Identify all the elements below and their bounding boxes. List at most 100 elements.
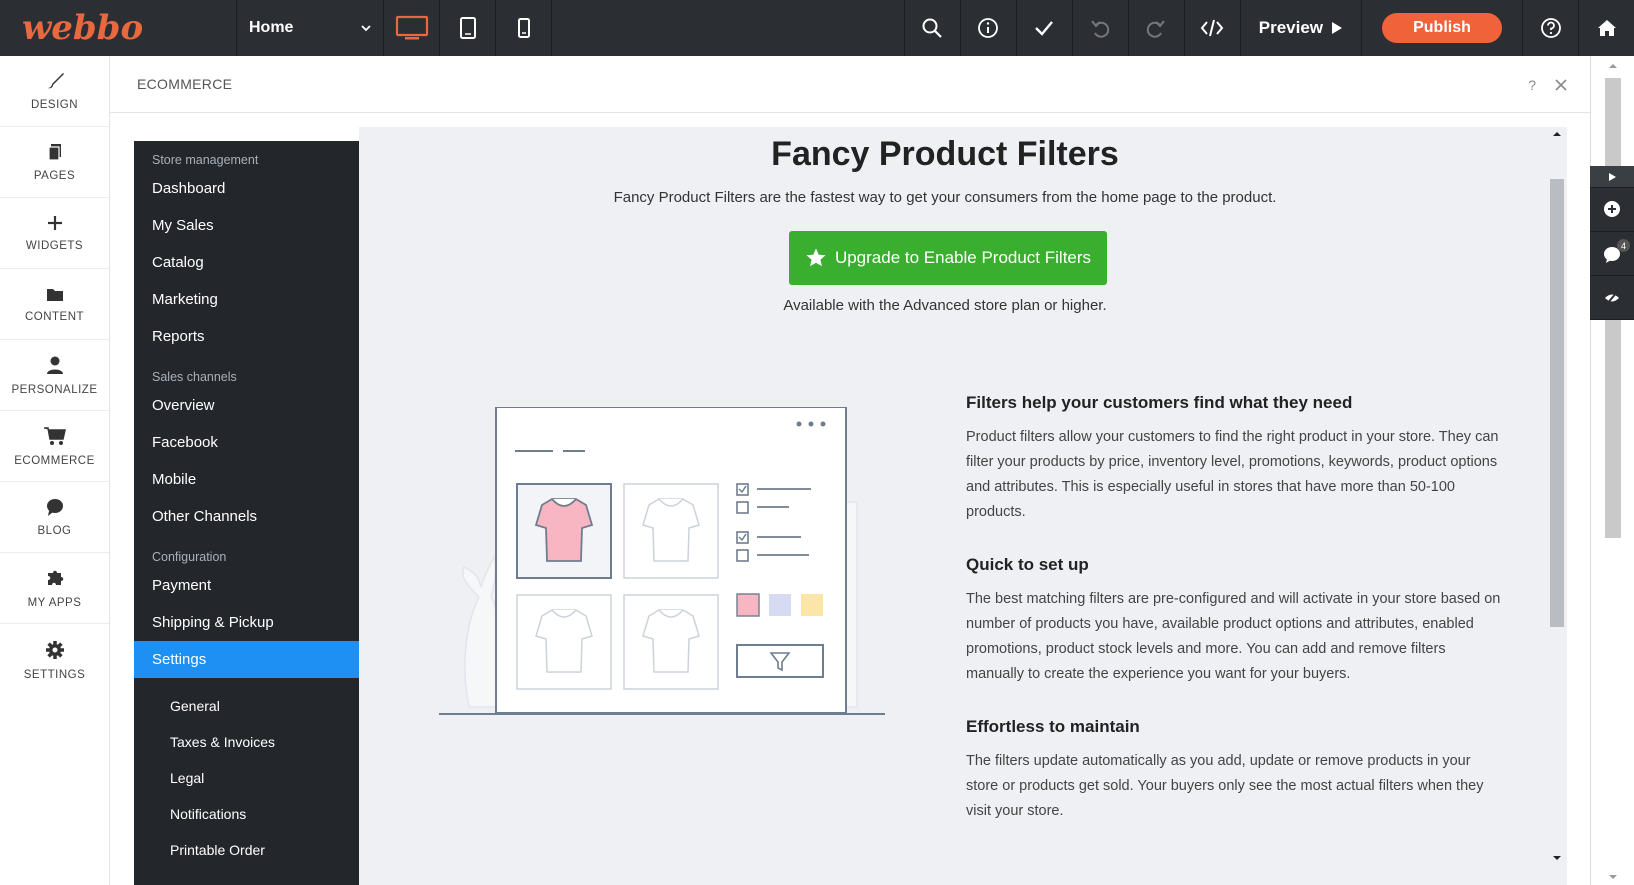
nav-subitem-taxes-invoices[interactable]: Taxes & Invoices — [134, 724, 359, 760]
search-icon — [922, 18, 943, 38]
rail-item-blog[interactable]: BLOG — [0, 482, 109, 553]
rail-item-settings[interactable]: SETTINGS — [0, 624, 109, 695]
rail-item-ecommerce[interactable]: ECOMMERCE — [0, 411, 109, 482]
upgrade-label: Upgrade to Enable Product Filters — [834, 248, 1092, 267]
logo[interactable]: webbo — [0, 0, 237, 56]
rail-item-design[interactable]: DESIGN — [0, 56, 109, 127]
rail-item-widgets[interactable]: WIDGETS — [0, 198, 109, 269]
nav-subitem-notifications[interactable]: Notifications — [134, 796, 359, 832]
side-hide-button[interactable] — [1590, 276, 1634, 320]
scroll-down-icon[interactable] — [1591, 869, 1634, 885]
mobile-icon — [517, 18, 530, 38]
desktop-icon — [395, 15, 428, 40]
feature-filters: Filters help your customers find what th… — [966, 393, 1506, 525]
undo-button[interactable] — [1071, 0, 1128, 56]
home-button[interactable] — [1578, 0, 1634, 56]
folder-icon — [46, 289, 63, 301]
play-icon — [1609, 172, 1616, 181]
top-toolbar: webbo Home Preview Publish — [0, 0, 1634, 56]
nav-item-catalog[interactable]: Catalog — [134, 244, 359, 281]
publish-button[interactable]: Publish — [1382, 13, 1502, 43]
rail-item-personalize[interactable]: PERSONALIZE — [0, 340, 109, 411]
side-comments-button[interactable]: 4 — [1590, 232, 1634, 276]
rail-item-pages[interactable]: PAGES — [0, 127, 109, 198]
undo-icon — [1091, 20, 1110, 38]
page-select-label: Home — [249, 19, 294, 36]
nav-item-marketing[interactable]: Marketing — [134, 281, 359, 318]
panel-help-button[interactable]: ? — [1528, 77, 1536, 93]
code-icon — [1200, 19, 1224, 37]
scroll-up-icon[interactable] — [1591, 58, 1634, 74]
main-content: Fancy Product Filters Fancy Product Filt… — [359, 127, 1551, 885]
star-icon — [806, 248, 826, 267]
play-icon — [1332, 22, 1342, 34]
nav-subitem-general[interactable]: General — [134, 688, 359, 724]
scroll-up-icon[interactable] — [1547, 127, 1567, 141]
nav-item-my-sales[interactable]: My Sales — [134, 207, 359, 244]
rail-item-my-apps[interactable]: MY APPS — [0, 553, 109, 624]
rail-label: PERSONALIZE — [11, 384, 98, 396]
feature-text: Product filters allow your customers to … — [966, 429, 1499, 520]
nav-item-reports[interactable]: Reports — [134, 318, 359, 355]
page-subtitle: Fancy Product Filters are the fastest wa… — [613, 189, 1277, 206]
ecommerce-nav: Store management Dashboard My Sales Cata… — [134, 141, 359, 885]
left-rail: DESIGN PAGES WIDGETS CONTENT PERSONALIZE… — [0, 56, 110, 885]
check-button[interactable] — [1015, 0, 1072, 56]
content-scrollbar[interactable] — [1547, 127, 1567, 885]
desktop-view-button[interactable] — [384, 0, 440, 56]
gear-icon — [45, 640, 64, 659]
rail-label: BLOG — [37, 525, 72, 537]
help-icon — [1540, 18, 1561, 38]
mobile-view-button[interactable] — [496, 0, 552, 56]
help-button[interactable] — [1522, 0, 1578, 56]
side-add-button[interactable] — [1590, 188, 1634, 232]
side-expand-button[interactable] — [1590, 166, 1634, 188]
page-title: Fancy Product Filters — [771, 135, 1119, 173]
cart-icon — [43, 427, 66, 445]
check-icon — [1035, 21, 1054, 36]
tablet-view-button[interactable] — [440, 0, 496, 56]
redo-button[interactable] — [1127, 0, 1184, 56]
nav-subitem-printable-order[interactable]: Printable Order — [134, 832, 359, 868]
feature-maintain: Effortless to maintain The filters updat… — [966, 717, 1506, 824]
feature-heading: Effortless to maintain — [966, 717, 1140, 736]
nav-item-dashboard[interactable]: Dashboard — [134, 170, 359, 207]
upgrade-button[interactable]: Upgrade to Enable Product Filters — [789, 231, 1107, 285]
code-button[interactable] — [1183, 0, 1240, 56]
close-icon[interactable] — [1554, 78, 1568, 92]
scroll-down-icon[interactable] — [1547, 851, 1567, 865]
nav-item-settings[interactable]: Settings — [134, 641, 359, 678]
panel-title: ECOMMERCE — [137, 76, 233, 92]
rail-item-content[interactable]: CONTENT — [0, 269, 109, 340]
nav-item-mobile[interactable]: Mobile — [134, 461, 359, 498]
page-select[interactable]: Home — [237, 0, 384, 56]
redo-icon — [1147, 20, 1166, 38]
side-tools: 4 — [1590, 166, 1634, 320]
nav-item-other-channels[interactable]: Other Channels — [134, 498, 359, 535]
search-button[interactable] — [903, 0, 960, 56]
panel-header: ECOMMERCE ? — [110, 56, 1590, 113]
preview-label: Preview — [1258, 18, 1323, 37]
preview-button[interactable]: Preview — [1239, 0, 1361, 56]
filters-illustration — [439, 407, 885, 715]
nav-item-payment[interactable]: Payment — [134, 567, 359, 604]
nav-item-overview[interactable]: Overview — [134, 387, 359, 424]
panel-actions: ? — [1528, 56, 1590, 113]
nav-caption: Sales channels — [152, 370, 237, 384]
nav-caption: Configuration — [152, 550, 227, 564]
plus-icon — [47, 216, 62, 230]
info-button[interactable] — [959, 0, 1016, 56]
home-icon — [1597, 20, 1616, 36]
feature-heading: Filters help your customers find what th… — [966, 393, 1353, 412]
scrollbar-thumb[interactable] — [1550, 179, 1564, 627]
nav-item-facebook[interactable]: Facebook — [134, 424, 359, 461]
nav-item-shipping-pickup[interactable]: Shipping & Pickup — [134, 604, 359, 641]
comments-badge: 4 — [1617, 239, 1630, 252]
person-icon — [46, 356, 63, 374]
chat-bubble-icon — [46, 499, 63, 516]
pages-icon — [47, 144, 61, 161]
publish-area: Publish — [1361, 0, 1522, 56]
nav-caption: Store management — [152, 153, 259, 167]
rail-label: CONTENT — [24, 311, 85, 323]
nav-subitem-legal[interactable]: Legal — [134, 760, 359, 796]
